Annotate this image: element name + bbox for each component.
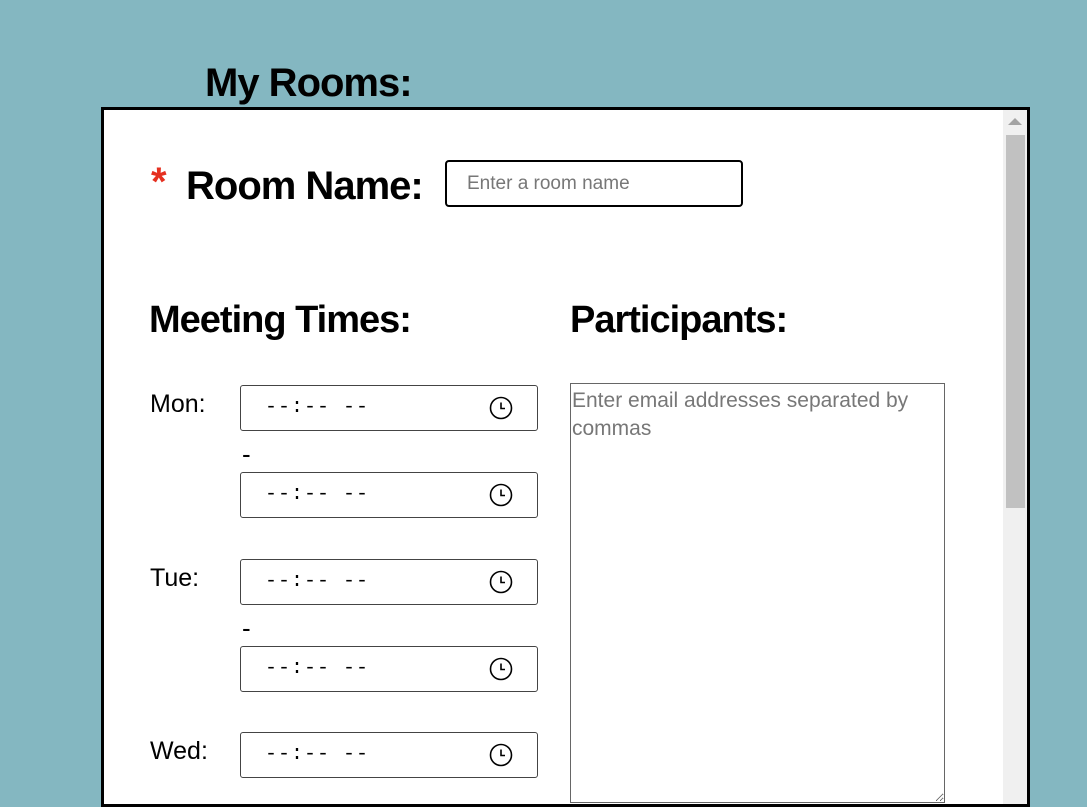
wed-start-time-input[interactable]: --:-- -- — [240, 732, 538, 778]
room-name-label: Room Name: — [186, 164, 424, 208]
scroll-up-arrow-icon[interactable] — [1008, 118, 1022, 125]
mon-start-time-input[interactable]: --:-- -- — [240, 385, 538, 431]
mon-end-time-input[interactable]: --:-- -- — [240, 472, 538, 518]
time-range-separator: - — [242, 613, 251, 643]
clock-icon[interactable] — [489, 570, 513, 594]
required-marker: * — [151, 160, 167, 204]
tue-start-time-input[interactable]: --:-- -- — [240, 559, 538, 605]
clock-icon[interactable] — [489, 483, 513, 507]
clock-icon[interactable] — [489, 657, 513, 681]
clock-icon[interactable] — [489, 743, 513, 767]
time-value: --:-- -- — [265, 570, 370, 593]
participants-textarea[interactable] — [570, 383, 945, 803]
time-value: --:-- -- — [265, 483, 370, 506]
vertical-scrollbar[interactable] — [1003, 110, 1027, 804]
room-name-input[interactable] — [445, 160, 743, 207]
tue-end-time-input[interactable]: --:-- -- — [240, 646, 538, 692]
day-label-tue: Tue: — [150, 564, 200, 592]
scrollbar-thumb[interactable] — [1006, 135, 1025, 508]
time-value: --:-- -- — [265, 396, 370, 419]
room-form-panel: * Room Name: Meeting Times: Participants… — [101, 107, 1030, 807]
page-title: My Rooms: — [205, 61, 413, 105]
time-value: --:-- -- — [265, 657, 370, 680]
time-value: --:-- -- — [265, 743, 370, 766]
day-label-mon: Mon: — [150, 390, 206, 418]
clock-icon[interactable] — [489, 396, 513, 420]
day-label-wed: Wed: — [150, 737, 208, 765]
participants-heading: Participants: — [570, 299, 788, 341]
meeting-times-heading: Meeting Times: — [149, 299, 412, 341]
time-range-separator: - — [242, 439, 251, 469]
